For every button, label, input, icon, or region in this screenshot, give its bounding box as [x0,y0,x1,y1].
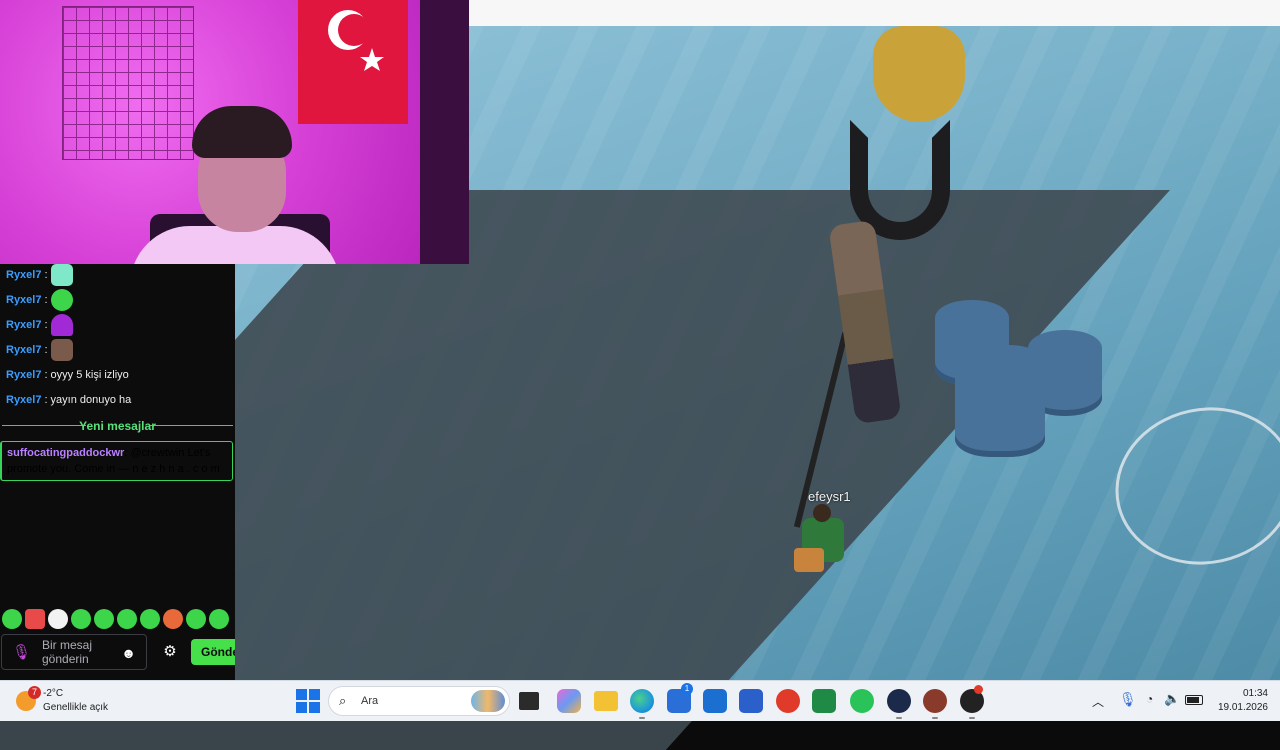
send-button[interactable]: Gönder [191,639,235,665]
task-view-icon[interactable] [519,692,539,710]
excel-icon[interactable] [812,689,836,713]
game-avatar-icon[interactable] [923,689,947,719]
barrel [955,345,1045,457]
flag-emblem [328,10,384,71]
taskbar: 7 -2°C Genellikle açık ⌕ Ara 1 ︿ 🎙 ◔ 🔈 0… [0,680,1280,721]
store-badge: 1 [681,683,693,695]
wifi-icon[interactable]: ◔ [1146,692,1153,706]
weather-condition: Genellikle açık [43,702,109,713]
player-nametag: efeysr1 [808,489,851,504]
browser-top-strip [469,0,1280,27]
obs-icon[interactable] [960,685,984,719]
volume-icon[interactable]: 🔈 [1164,691,1180,707]
turkish-flag [298,0,408,124]
player-legs [794,548,824,572]
search-icon: ⌕ [339,693,347,708]
temperature: -2°C [43,688,64,699]
taskbar-search[interactable]: ⌕ Ara [328,686,510,716]
start-icon[interactable] [296,689,320,713]
outlook-icon[interactable] [703,689,727,713]
whatsapp-icon[interactable] [850,689,874,713]
notification-badge: 7 [28,686,41,699]
copilot-icon[interactable] [557,689,581,713]
door [420,0,469,264]
crane-hook-block [873,26,965,122]
weather-widget[interactable]: 7 -2°C Genellikle açık [14,686,134,716]
battery-icon[interactable] [1185,695,1203,705]
chat-clip: Gönder [0,0,235,680]
search-highlight-art [471,690,505,712]
clock-time[interactable]: 01:34 [1218,688,1268,699]
acrobat-icon[interactable] [776,689,800,713]
clock-date[interactable]: 19.01.2026 [1208,702,1268,713]
edge-icon[interactable] [630,689,654,719]
tray-overflow-chevron-up-icon[interactable]: ︿ [1092,693,1104,710]
steam-icon[interactable] [887,689,911,719]
obs-alert-dot [974,685,983,694]
search-placeholder: Ara [361,695,379,707]
player-head [813,504,831,522]
tray-microphone-icon[interactable]: 🎙 [1119,691,1137,708]
file-explorer-icon[interactable] [594,691,618,711]
store-icon[interactable]: 1 [667,683,693,713]
word-icon[interactable] [739,689,763,713]
